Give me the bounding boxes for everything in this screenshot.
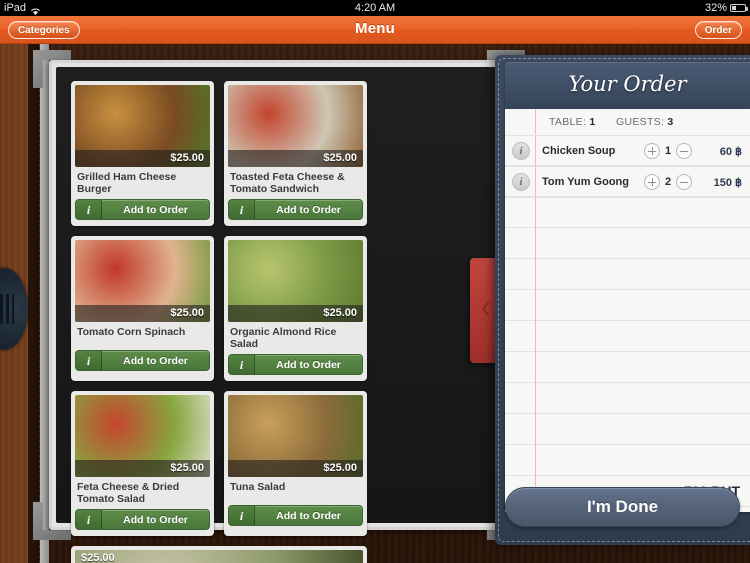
- order-item-quantity: 2: [664, 176, 672, 188]
- status-right: 32%: [704, 0, 748, 16]
- book-page-surface: $25.00 Grilled Ham Cheese Burger i Add to O…: [56, 67, 502, 563]
- menu-item-card[interactable]: $25.00 Grilled Ham Cheese Burger i Add to O…: [71, 81, 214, 226]
- page-title: Menu: [355, 20, 395, 37]
- add-to-order-label: Add to Order: [276, 203, 341, 216]
- menu-item-name: Feta Cheese & Dried Tomato Salad: [77, 481, 180, 505]
- quantity-stepper: 1: [644, 143, 696, 159]
- info-icon[interactable]: i: [512, 142, 530, 160]
- battery-icon: [730, 4, 748, 12]
- order-paper: TABLE: 1 GUESTS: 3 i Chicken Soup 1 60 ฿ i To…: [505, 109, 750, 512]
- add-to-order-label: Add to Order: [123, 203, 188, 216]
- order-panel-header: Your Order: [505, 62, 750, 109]
- menu-item-name: Tuna Salad: [230, 481, 286, 493]
- add-to-order-button[interactable]: i Add to Order: [228, 505, 363, 526]
- add-to-order-label: Add to Order: [123, 354, 188, 367]
- add-to-order-label: Add to Order: [276, 509, 341, 522]
- menu-item-card[interactable]: $25.00 Organic Almond Rice Salad i Add to O…: [224, 236, 367, 381]
- navigation-bar: Categories Menu Order: [0, 16, 750, 44]
- menu-item-card[interactable]: $25.00 Toasted Feta Cheese & Tomato Sandw…: [224, 81, 367, 226]
- device-bezel-metal: [40, 44, 49, 563]
- add-to-order-button[interactable]: i Add to Order: [75, 509, 210, 530]
- menu-book: $25.00 Grilled Ham Cheese Burger i Add to O…: [33, 50, 525, 563]
- info-icon[interactable]: i: [229, 355, 255, 374]
- increase-quantity-button[interactable]: [644, 143, 660, 159]
- menu-item-price: $25.00: [228, 150, 363, 167]
- menu-item-name: Organic Almond Rice Salad: [230, 326, 337, 350]
- menu-item-price: $25.00: [228, 305, 363, 322]
- info-icon[interactable]: i: [76, 351, 102, 370]
- menu-item-card[interactable]: $25.00 Tuna Salad i Add to Order: [224, 391, 367, 536]
- quantity-stepper: 2: [644, 174, 696, 190]
- info-icon[interactable]: i: [229, 200, 255, 219]
- decrease-quantity-button[interactable]: [676, 174, 692, 190]
- menu-item-image: $25.00: [228, 85, 363, 167]
- table-label: TABLE:: [549, 116, 587, 128]
- menu-item-name: Tomato Corn Spinach: [77, 326, 186, 338]
- menu-item-name: Toasted Feta Cheese & Tomato Sandwich: [230, 171, 345, 195]
- menu-item-price: $25.00: [75, 150, 210, 167]
- info-icon[interactable]: i: [229, 506, 255, 525]
- info-icon[interactable]: i: [512, 173, 530, 191]
- decrease-quantity-button[interactable]: [676, 143, 692, 159]
- done-button-area: I'm Done: [505, 487, 740, 527]
- order-item-name: Tom Yum Goong: [542, 176, 629, 188]
- menu-item-image: [75, 550, 363, 563]
- order-item-quantity: 1: [664, 145, 672, 157]
- menu-item-price: $25.00: [75, 305, 210, 322]
- ios-status-bar: iPad 4:20 AM 32%: [0, 0, 750, 16]
- chevron-left-icon: [481, 302, 490, 316]
- menu-item-price: $25.00: [228, 460, 363, 477]
- menu-item-card[interactable]: $25.00Couscous Taco SaladiAdd to Order: [71, 546, 367, 563]
- order-item-price: 60 ฿: [719, 145, 742, 158]
- add-to-order-label: Add to Order: [276, 358, 341, 371]
- menu-item-name: Grilled Ham Cheese Burger: [77, 171, 177, 195]
- menu-item-price: $25.00: [75, 460, 210, 477]
- order-button[interactable]: Order: [694, 21, 742, 39]
- battery-percent: 32%: [704, 2, 727, 14]
- menu-item-image: $25.00: [228, 395, 363, 477]
- order-panel: Your Order TABLE: 1 GUESTS: 3 i Chicken S…: [495, 55, 750, 545]
- increase-quantity-button[interactable]: [644, 174, 660, 190]
- add-to-order-button[interactable]: i Add to Order: [228, 199, 363, 220]
- menu-item-image: $25.00: [75, 85, 210, 167]
- guests-label: GUESTS:: [616, 116, 665, 128]
- menu-item-image: $25.00: [75, 240, 210, 322]
- device-bezel-dark: [28, 44, 40, 563]
- info-icon[interactable]: i: [76, 510, 102, 529]
- order-meta-row: TABLE: 1 GUESTS: 3: [505, 109, 750, 136]
- order-line-item: i Tom Yum Goong 2 150 ฿: [505, 167, 750, 198]
- menu-item-card[interactable]: $25.00 Feta Cheese & Dried Tomato Salad i A…: [71, 391, 214, 536]
- guests-value: 3: [667, 116, 674, 128]
- add-to-order-label: Add to Order: [123, 513, 188, 526]
- order-item-name: Chicken Soup: [542, 145, 616, 157]
- order-line-item: i Chicken Soup 1 60 ฿: [505, 136, 750, 167]
- menu-grid: $25.00 Grilled Ham Cheese Burger i Add to O…: [71, 81, 511, 563]
- menu-item-price: $25.00: [81, 552, 115, 563]
- menu-item-image: $25.00: [75, 395, 210, 477]
- menu-item-image: $25.00: [228, 240, 363, 322]
- order-panel-title: Your Order: [568, 72, 687, 96]
- im-done-button[interactable]: I'm Done: [505, 487, 740, 527]
- order-items-list: i Chicken Soup 1 60 ฿ i Tom Yum Goong 2 150 ฿: [505, 136, 750, 198]
- table-value: 1: [589, 116, 596, 128]
- menu-item-card[interactable]: $25.00 Tomato Corn Spinach i Add to Order: [71, 236, 214, 381]
- info-icon[interactable]: i: [76, 200, 102, 219]
- add-to-order-button[interactable]: i Add to Order: [75, 199, 210, 220]
- add-to-order-button[interactable]: i Add to Order: [228, 354, 363, 375]
- order-item-price: 150 ฿: [713, 176, 742, 189]
- status-clock: 4:20 AM: [354, 2, 396, 14]
- add-to-order-button[interactable]: i Add to Order: [75, 350, 210, 371]
